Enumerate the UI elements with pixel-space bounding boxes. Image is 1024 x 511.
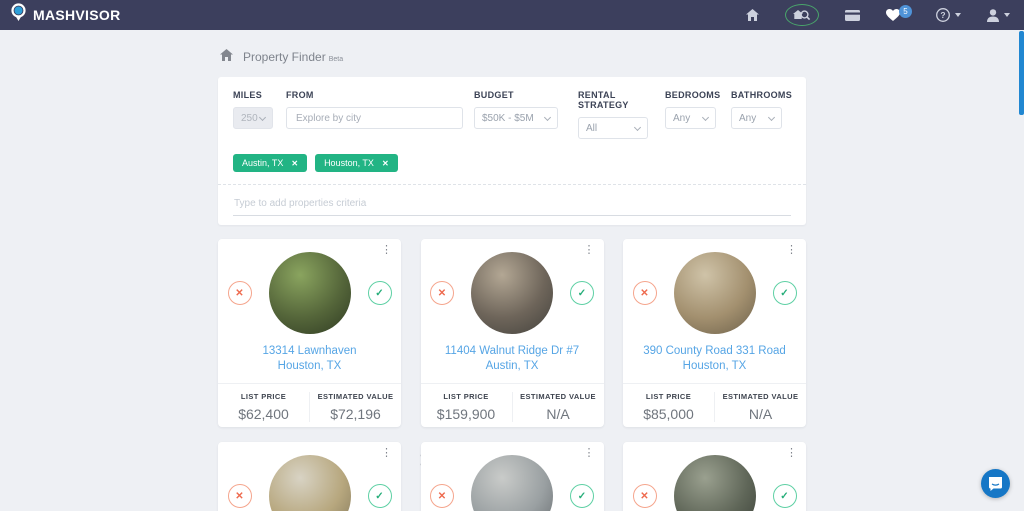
chevron-down-icon: [634, 123, 641, 130]
accept-property-button[interactable]: ✓: [773, 484, 797, 508]
chevron-down-icon: [259, 113, 266, 120]
rental-strategy-select[interactable]: All: [578, 117, 648, 139]
card-options-kebab-icon[interactable]: ⋮: [584, 245, 595, 256]
property-address-link[interactable]: 390 County Road 331 RoadHouston, TX: [643, 345, 786, 372]
property-card: ⋮ ✕ ✓ 2708 Winbern StHouston, TX LIST PR…: [623, 442, 806, 511]
mashvisor-logo[interactable]: MASHVISOR: [10, 3, 121, 28]
bedrooms-select[interactable]: Any: [665, 107, 716, 129]
property-photo[interactable]: [471, 252, 553, 334]
chevron-down-icon: [544, 113, 551, 120]
miles-label: MILES: [233, 90, 273, 100]
rental-strategy-label: RENTAL STRATEGY: [578, 90, 648, 110]
list-price-value: $159,900: [421, 406, 512, 422]
property-card: ⋮ ✕ ✓ 11404 Walnut Ridge Dr #7Austin, TX…: [421, 239, 604, 427]
property-photo[interactable]: [269, 455, 351, 511]
estimated-value-label: ESTIMATED VALUE: [513, 392, 604, 401]
list-price-label: LIST PRICE: [218, 392, 309, 401]
chevron-down-icon: [955, 13, 961, 17]
list-price-label: LIST PRICE: [421, 392, 512, 401]
accept-property-button[interactable]: ✓: [570, 281, 594, 305]
favorites-count-badge: 5: [899, 5, 912, 18]
estimated-value: $72,196: [310, 406, 401, 422]
estimated-value: N/A: [715, 406, 806, 422]
chevron-down-icon: [702, 113, 709, 120]
accept-property-button[interactable]: ✓: [368, 484, 392, 508]
account-menu[interactable]: [987, 9, 1010, 22]
estimated-value-label: ESTIMATED VALUE: [715, 392, 806, 401]
accept-property-button[interactable]: ✓: [570, 484, 594, 508]
chat-launcher-button[interactable]: [981, 469, 1010, 498]
reject-property-button[interactable]: ✕: [430, 281, 454, 305]
divider: [218, 184, 806, 185]
accept-property-button[interactable]: ✓: [773, 281, 797, 305]
reject-property-button[interactable]: ✕: [633, 484, 657, 508]
svg-text:?: ?: [940, 10, 945, 20]
brand-name: MASHVISOR: [33, 7, 121, 23]
reject-property-button[interactable]: ✕: [228, 281, 252, 305]
estimated-value-label: ESTIMATED VALUE: [310, 392, 401, 401]
budget-select[interactable]: $50K - $5M: [474, 107, 558, 129]
card-options-kebab-icon[interactable]: ⋮: [381, 245, 392, 256]
bedrooms-label: BEDROOMS: [665, 90, 716, 100]
top-navbar: MASHVISOR 5 ?: [0, 0, 1024, 30]
card-options-kebab-icon[interactable]: ⋮: [786, 448, 797, 459]
filter-panel: MILES 250 FROM BUDGET $50K - $5M RENTAL …: [218, 77, 806, 225]
property-address-link[interactable]: 13314 LawnhavenHouston, TX: [263, 345, 357, 372]
criteria-input[interactable]: [233, 192, 791, 216]
property-photo[interactable]: [674, 252, 756, 334]
budget-label: BUDGET: [474, 90, 558, 100]
property-card: ⋮ ✕ ✓ 390 County Road 331 RoadHouston, T…: [623, 239, 806, 427]
card-options-kebab-icon[interactable]: ⋮: [584, 448, 595, 459]
home-icon[interactable]: [746, 9, 759, 21]
page-scrollbar[interactable]: [1019, 31, 1024, 115]
property-address-link[interactable]: 11404 Walnut Ridge Dr #7Austin, TX: [445, 345, 579, 372]
bathrooms-label: BATHROOMS: [731, 90, 782, 100]
help-menu[interactable]: ?: [936, 8, 961, 22]
from-label: FROM: [286, 90, 463, 100]
list-price-label: LIST PRICE: [623, 392, 714, 401]
reject-property-button[interactable]: ✕: [228, 484, 252, 508]
remove-tag-icon[interactable]: ✕: [291, 159, 298, 168]
beta-badge: Beta: [329, 56, 343, 63]
list-price-value: $85,000: [623, 406, 714, 422]
chevron-down-icon: [768, 113, 775, 120]
property-photo[interactable]: [674, 455, 756, 511]
city-tag[interactable]: Austin, TX✕: [233, 154, 307, 172]
city-tag[interactable]: Houston, TX✕: [315, 154, 398, 172]
property-finder-icon[interactable]: [785, 4, 819, 26]
bathrooms-select[interactable]: Any: [731, 107, 782, 129]
estimated-value: N/A: [513, 406, 604, 422]
mashvisor-pin-icon: [10, 3, 27, 28]
selected-city-tags: Austin, TX✕ Houston, TX✕: [233, 154, 791, 172]
property-photo[interactable]: [269, 252, 351, 334]
billing-card-icon[interactable]: [845, 10, 860, 21]
property-card: ⋮ ✕ ✓ 13314 LawnhavenHouston, TX LIST PR…: [218, 239, 401, 427]
property-card-grid: ⋮ ✕ ✓ 13314 LawnhavenHouston, TX LIST PR…: [218, 239, 806, 511]
property-card: ⋮ ✕ ✓ 7101 Siepel DRAustin, TX LIST PRIC…: [421, 442, 604, 511]
card-options-kebab-icon[interactable]: ⋮: [381, 448, 392, 459]
reject-property-button[interactable]: ✕: [430, 484, 454, 508]
breadcrumb-home-icon[interactable]: [220, 48, 233, 66]
chevron-down-icon: [1004, 13, 1010, 17]
property-photo[interactable]: [471, 455, 553, 511]
miles-select[interactable]: 250: [233, 107, 273, 129]
property-card: ⋮ ✕ ✓ 108 RyLeeAustin, TX LIST PRICE EST…: [218, 442, 401, 511]
city-search-input[interactable]: [286, 107, 463, 129]
list-price-value: $62,400: [218, 406, 309, 422]
card-options-kebab-icon[interactable]: ⋮: [786, 245, 797, 256]
breadcrumb: Property Finder Beta: [220, 48, 806, 66]
page-title: Property Finder: [243, 50, 326, 64]
chat-bubble-icon: [988, 476, 1003, 491]
reject-property-button[interactable]: ✕: [633, 281, 657, 305]
remove-tag-icon[interactable]: ✕: [382, 159, 389, 168]
accept-property-button[interactable]: ✓: [368, 281, 392, 305]
favorites-heart-icon[interactable]: 5: [886, 9, 900, 21]
